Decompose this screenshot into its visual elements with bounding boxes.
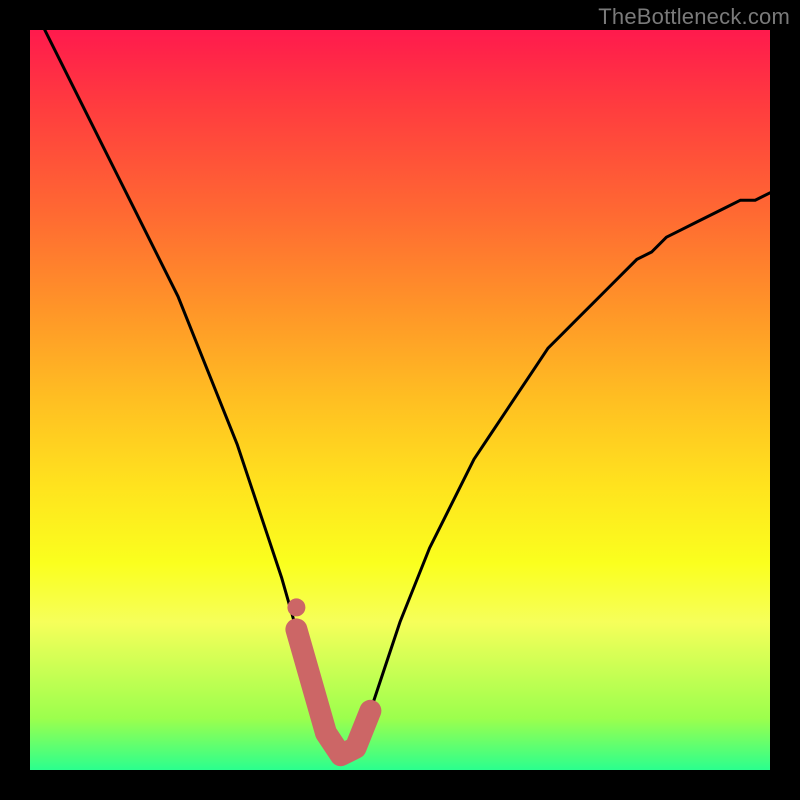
plot-area [30, 30, 770, 770]
bottleneck-curve [45, 30, 770, 755]
watermark-text: TheBottleneck.com [598, 4, 790, 30]
chart-svg [30, 30, 770, 770]
optimal-range-dot [287, 598, 305, 616]
chart-frame: TheBottleneck.com [0, 0, 800, 800]
optimal-range-marker [296, 629, 370, 755]
